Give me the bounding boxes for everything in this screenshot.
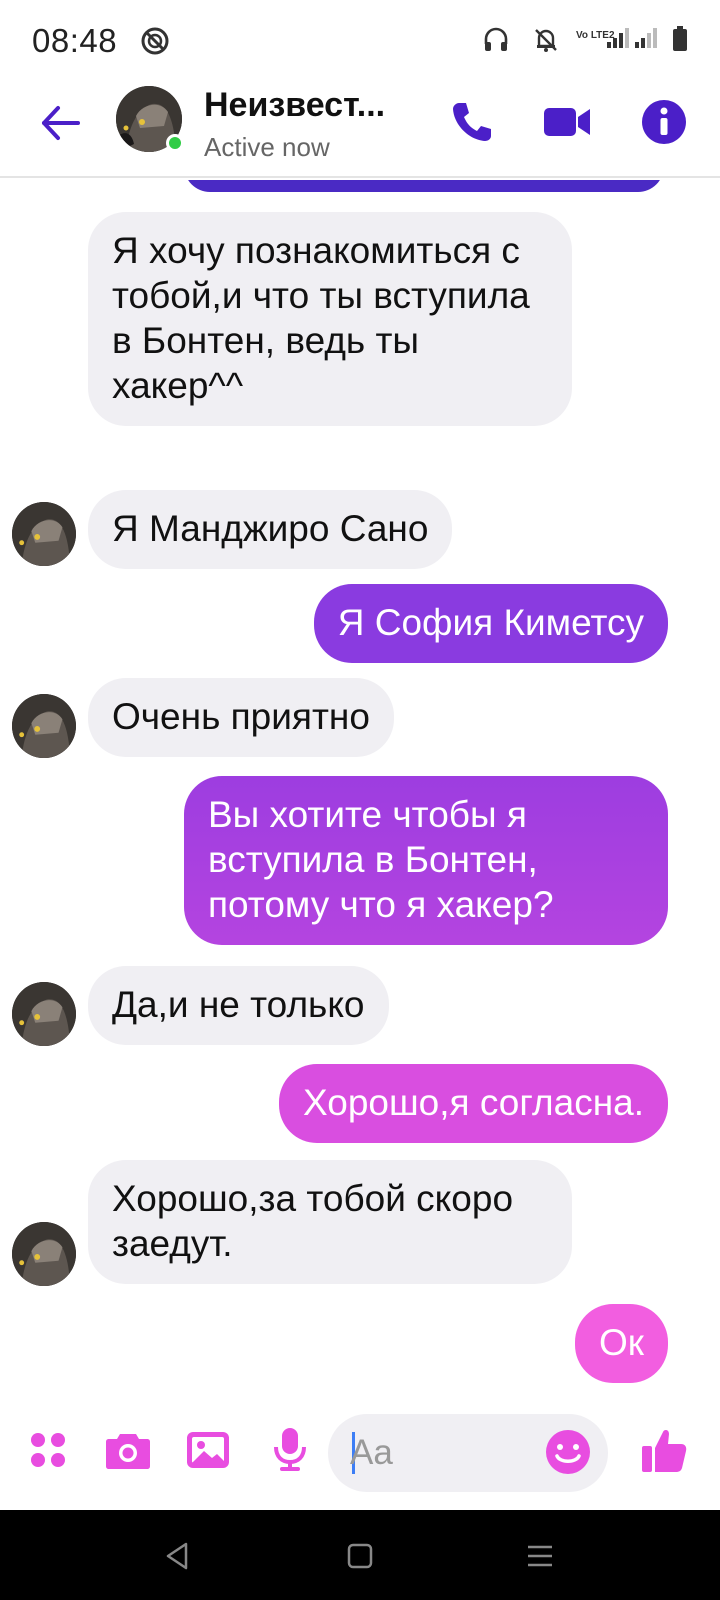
phone-icon[interactable]: [444, 94, 500, 150]
contact-status: Active now: [204, 132, 330, 162]
sender-avatar[interactable]: [12, 1222, 76, 1286]
message-input[interactable]: [350, 1428, 540, 1478]
emoji-icon[interactable]: [540, 1424, 596, 1480]
headphones-icon: [482, 26, 510, 59]
signal-icon: [634, 26, 658, 55]
info-icon[interactable]: [636, 94, 692, 150]
home-square-icon[interactable]: [336, 1532, 384, 1580]
conversation-header: Неизвест... Active now: [0, 80, 720, 178]
video-camera-icon[interactable]: [540, 94, 596, 150]
message-composer: [0, 1398, 720, 1510]
menu-lines-icon[interactable]: [516, 1532, 564, 1580]
no-entry-icon: [140, 26, 170, 61]
sender-avatar[interactable]: [12, 982, 76, 1046]
online-indicator: [166, 134, 184, 152]
apps-dots-icon[interactable]: [20, 1422, 76, 1478]
message-bubble-outgoing[interactable]: Хорошо,я согласна.: [279, 1064, 668, 1143]
message-bubble-incoming[interactable]: Очень приятно: [88, 678, 394, 757]
message-bubble-incoming[interactable]: Да,и не только: [88, 966, 389, 1045]
back-triangle-icon[interactable]: [154, 1532, 202, 1580]
system-navigation-bar: [0, 1510, 720, 1600]
message-bubble-partial[interactable]: [184, 180, 664, 192]
camera-icon[interactable]: [100, 1422, 156, 1478]
message-input-wrapper[interactable]: [328, 1414, 608, 1492]
message-bubble-outgoing[interactable]: Ок: [575, 1304, 668, 1383]
signal-icon: [606, 26, 630, 55]
status-bar: 08:48 Vo LTE2: [0, 0, 720, 80]
thumbs-up-icon[interactable]: [636, 1422, 692, 1478]
battery-icon: [672, 26, 688, 57]
bell-off-icon: [532, 26, 560, 59]
message-thread[interactable]: Я хочу познакомиться с тобой,и что ты вс…: [0, 180, 720, 1398]
message-bubble-incoming[interactable]: Я хочу познакомиться с тобой,и что ты вс…: [88, 212, 572, 426]
sender-avatar[interactable]: [12, 694, 76, 758]
message-bubble-incoming[interactable]: Хорошо,за тобой скоро заедут.: [88, 1160, 572, 1284]
status-time: 08:48: [32, 22, 118, 59]
message-bubble-incoming[interactable]: Я Манджиро Сано: [88, 490, 453, 569]
message-bubble-outgoing[interactable]: Вы хотите чтобы я вступила в Бонтен, пот…: [184, 776, 668, 945]
back-arrow-icon[interactable]: [36, 98, 86, 148]
sender-avatar[interactable]: [12, 502, 76, 566]
image-icon[interactable]: [180, 1422, 236, 1478]
contact-name[interactable]: Неизвест...: [204, 86, 385, 125]
message-bubble-outgoing[interactable]: Я София Киметсу: [313, 584, 668, 663]
microphone-icon[interactable]: [262, 1422, 318, 1478]
contact-avatar[interactable]: [116, 86, 184, 152]
